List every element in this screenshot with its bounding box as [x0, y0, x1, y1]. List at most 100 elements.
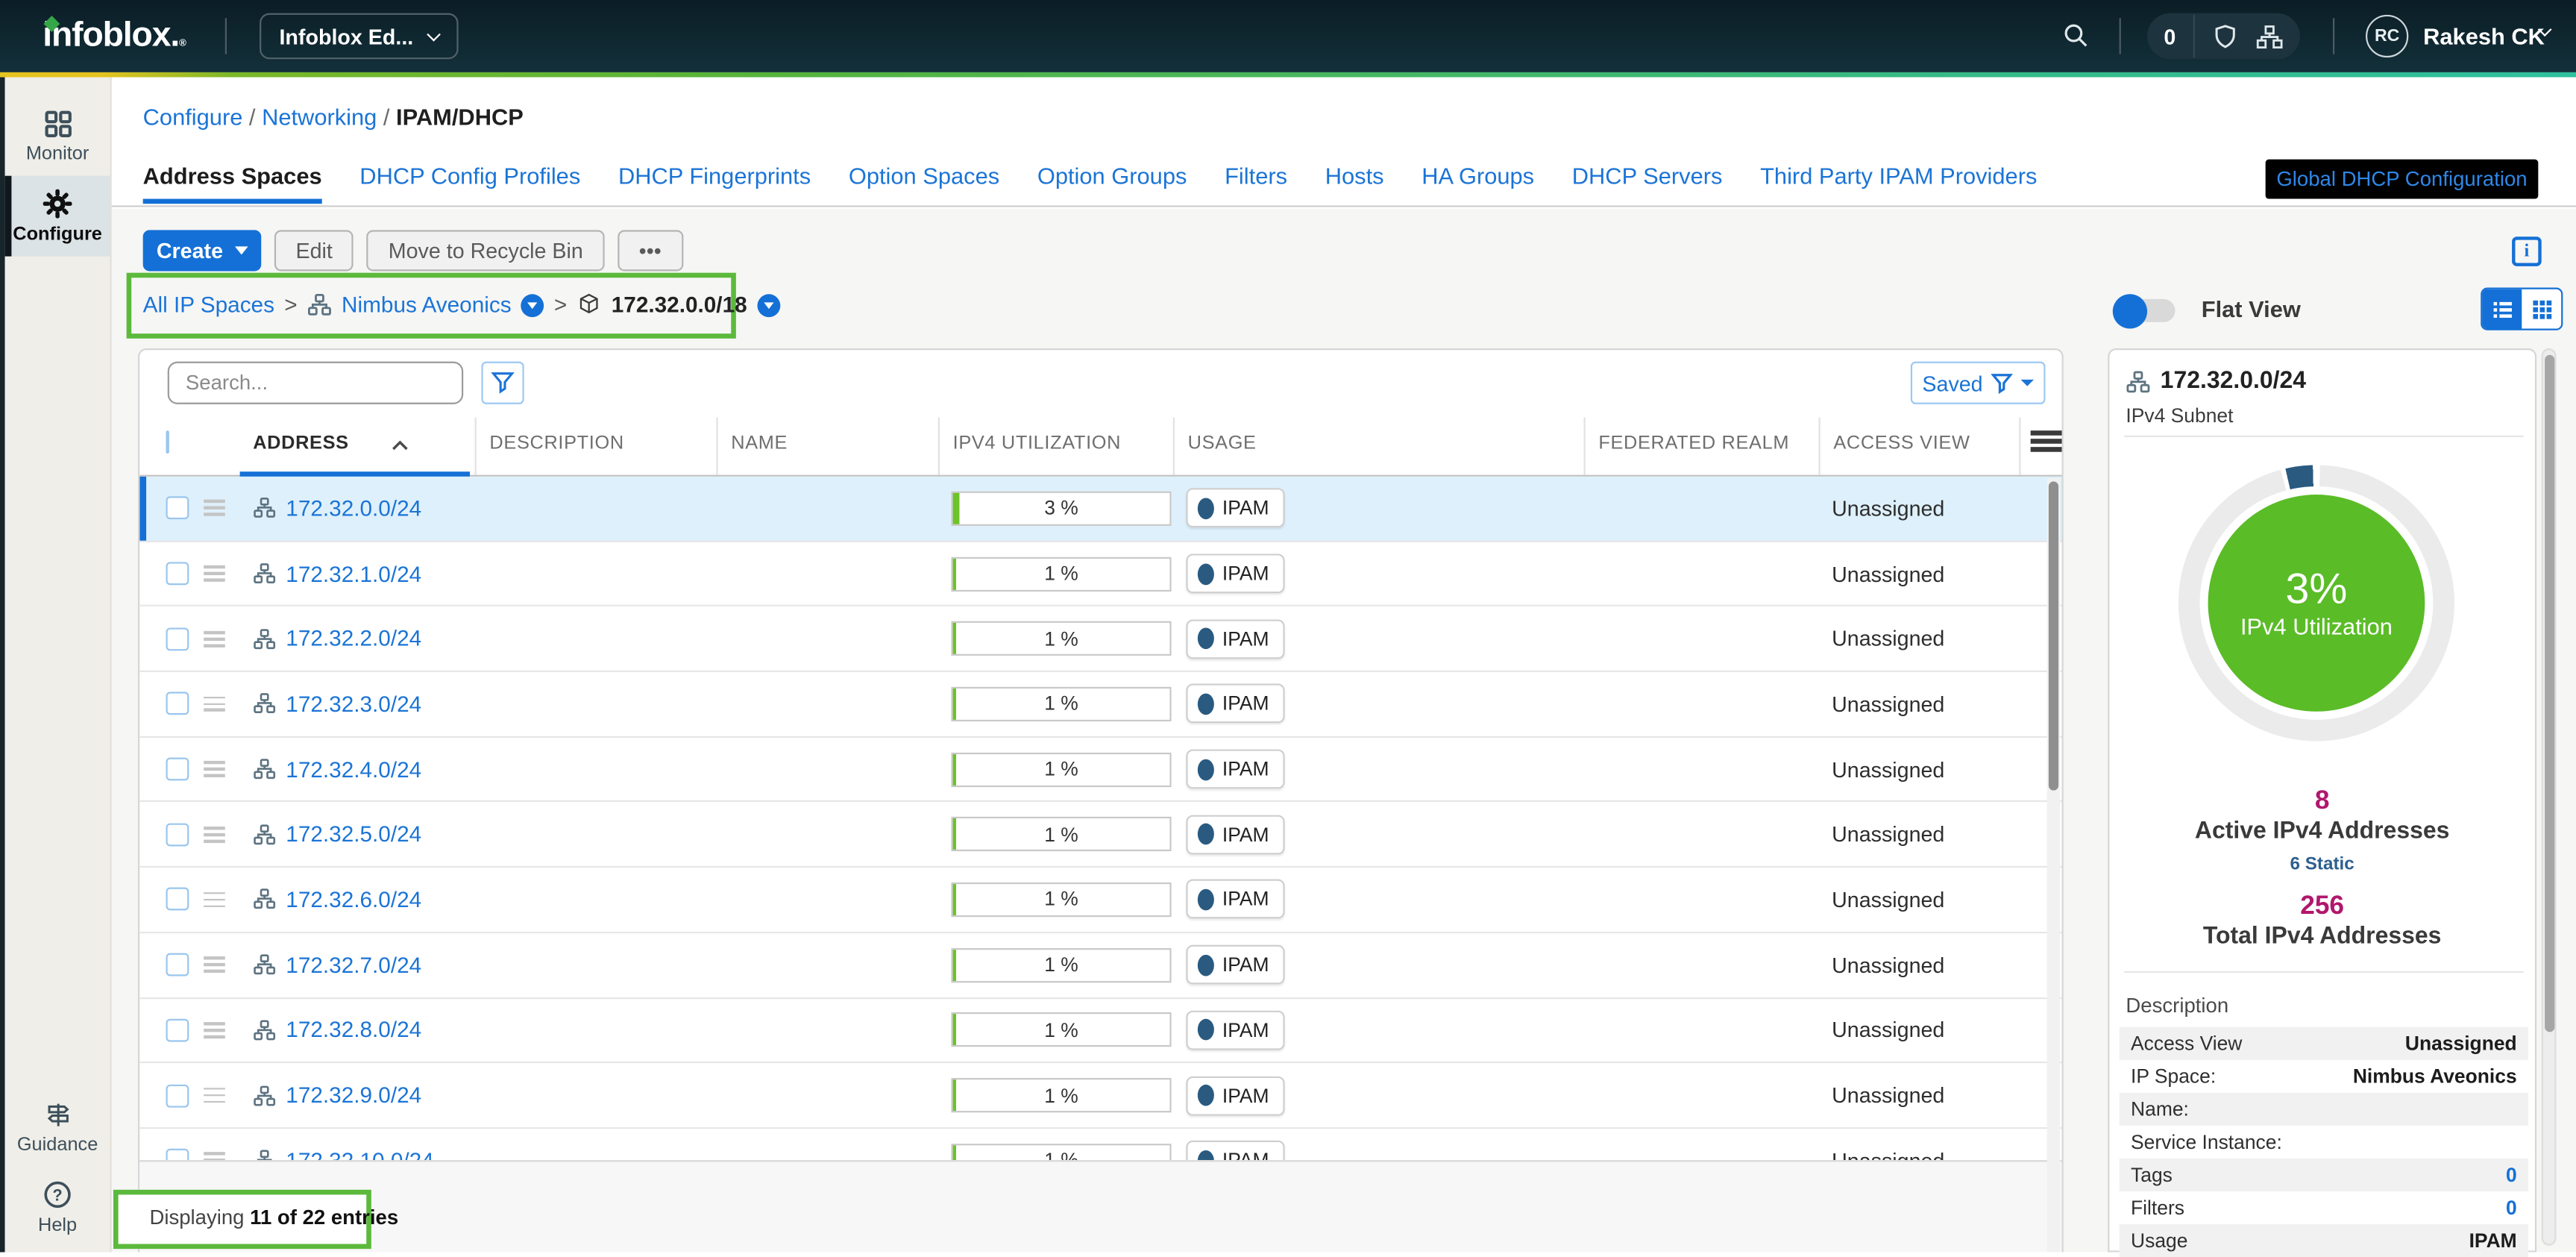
usage-badge: IPAM	[1186, 684, 1285, 724]
row-checkbox[interactable]	[166, 627, 189, 651]
app-selector-dropdown[interactable]: Infoblox Ed...	[260, 13, 459, 60]
notification-count-badge[interactable]: 0	[2164, 24, 2176, 48]
table-scrollbar-thumb[interactable]	[2049, 481, 2058, 790]
drag-handle-icon[interactable]	[204, 692, 225, 715]
saved-filter-dropdown[interactable]: Saved	[1911, 362, 2046, 404]
drag-handle-icon[interactable]	[204, 627, 225, 651]
panel-scrollbar-thumb[interactable]	[2544, 355, 2554, 1032]
address-link[interactable]: 172.32.2.0/24	[286, 627, 421, 651]
grid-view-button[interactable]	[2522, 289, 2561, 329]
address-link[interactable]: 172.32.3.0/24	[286, 692, 421, 716]
table-scrollbar[interactable]	[2047, 478, 2061, 1253]
user-name[interactable]: Rakesh CK	[2423, 23, 2545, 49]
list-view-button[interactable]	[2482, 289, 2522, 329]
global-dhcp-configuration-button[interactable]: Global DHCP Configuration	[2266, 160, 2539, 199]
search-icon[interactable]	[2062, 22, 2090, 49]
network-topology-icon[interactable]	[2255, 22, 2283, 50]
move-to-recycle-bin-button[interactable]: Move to Recycle Bin	[367, 230, 604, 271]
drag-handle-icon[interactable]	[204, 758, 225, 781]
property-value[interactable]: 0	[2506, 1164, 2517, 1187]
shield-icon[interactable]	[2211, 22, 2238, 50]
drag-handle-icon[interactable]	[204, 1018, 225, 1041]
column-header-description[interactable]: DESCRIPTION	[475, 418, 717, 475]
address-link[interactable]: 172.32.5.0/24	[286, 822, 421, 847]
address-link[interactable]: 172.32.7.0/24	[286, 953, 421, 977]
create-button[interactable]: Create	[143, 230, 262, 271]
filter-funnel-button[interactable]	[481, 362, 524, 404]
row-checkbox[interactable]	[166, 1084, 189, 1107]
column-header-usage[interactable]: USAGE	[1173, 418, 1584, 475]
address-link[interactable]: 172.32.0.0/24	[286, 496, 421, 521]
address-link[interactable]: 172.32.9.0/24	[286, 1083, 421, 1108]
drag-handle-icon[interactable]	[204, 823, 225, 846]
flat-view-toggle[interactable]	[2116, 299, 2175, 322]
row-checkbox[interactable]	[166, 758, 189, 781]
table-row[interactable]: 172.32.1.0/24 1 % IPAM Unassigned	[139, 542, 2061, 606]
row-checkbox[interactable]	[166, 562, 189, 585]
sidebar-item-monitor[interactable]: Monitor	[5, 97, 110, 176]
tab-address-spaces[interactable]: Address Spaces	[143, 163, 322, 204]
panel-scrollbar[interactable]	[2542, 348, 2557, 1246]
breadcrumb-configure[interactable]: Configure	[143, 104, 243, 130]
static-count-link[interactable]: 6 Static	[2109, 854, 2535, 874]
drag-handle-icon[interactable]	[204, 1084, 225, 1107]
tab-filters[interactable]: Filters	[1225, 163, 1287, 204]
table-row[interactable]: 172.32.7.0/24 1 % IPAM Unassigned	[139, 933, 2061, 998]
address-link[interactable]: 172.32.8.0/24	[286, 1018, 421, 1042]
drag-handle-icon[interactable]	[204, 1149, 225, 1160]
ip-space-dropdown-icon[interactable]	[521, 293, 544, 316]
address-link[interactable]: 172.32.4.0/24	[286, 757, 421, 782]
all-ip-spaces-link[interactable]: All IP Spaces	[143, 292, 274, 317]
sidebar-item-help[interactable]: ?Help	[5, 1167, 110, 1247]
column-header-federated-realm[interactable]: FEDERATED REALM	[1583, 418, 1818, 475]
tab-hosts[interactable]: Hosts	[1325, 163, 1384, 204]
sidebar-item-guidance[interactable]: Guidance	[5, 1088, 110, 1167]
table-row[interactable]: 172.32.2.0/24 1 % IPAM Unassigned	[139, 607, 2061, 672]
tab-dhcp-config-profiles[interactable]: DHCP Config Profiles	[359, 163, 580, 204]
table-row[interactable]: 172.32.9.0/24 1 % IPAM Unassigned	[139, 1064, 2061, 1129]
column-header-address[interactable]: ADDRESS	[240, 418, 475, 475]
row-checkbox[interactable]	[166, 888, 189, 912]
select-all-checkbox[interactable]	[166, 430, 169, 454]
ip-space-link[interactable]: Nimbus Aveonics	[342, 292, 512, 317]
info-icon[interactable]: i	[2512, 236, 2542, 266]
row-checkbox[interactable]	[166, 497, 189, 520]
table-row[interactable]: 172.32.10.0/24 1 % IPAM Unassigned	[139, 1129, 2061, 1160]
drag-handle-icon[interactable]	[204, 562, 225, 585]
table-row[interactable]: 172.32.6.0/24 1 % IPAM Unassigned	[139, 868, 2061, 932]
sidebar-item-configure[interactable]: Configure	[5, 176, 110, 257]
breadcrumb-networking[interactable]: Networking	[262, 104, 377, 130]
property-value[interactable]: 0	[2506, 1197, 2517, 1220]
drag-handle-icon[interactable]	[204, 888, 225, 911]
address-link[interactable]: 172.32.1.0/24	[286, 561, 421, 586]
address-link[interactable]: 172.32.6.0/24	[286, 887, 421, 912]
row-checkbox[interactable]	[166, 692, 189, 715]
subnet-dropdown-icon[interactable]	[757, 293, 780, 316]
row-checkbox[interactable]	[166, 1018, 189, 1041]
edit-button[interactable]: Edit	[274, 230, 354, 271]
column-settings-icon[interactable]	[2031, 430, 2062, 451]
drag-handle-icon[interactable]	[204, 497, 225, 520]
drag-handle-icon[interactable]	[204, 953, 225, 977]
tab-ha-groups[interactable]: HA Groups	[1421, 163, 1534, 204]
table-row[interactable]: 172.32.4.0/24 1 % IPAM Unassigned	[139, 738, 2061, 803]
column-header-ipv4-utilization[interactable]: IPV4 UTILIZATION	[938, 418, 1173, 475]
more-actions-button[interactable]: •••	[618, 230, 682, 271]
tab-third-party-ipam-providers[interactable]: Third Party IPAM Providers	[1760, 163, 2037, 204]
column-header-name[interactable]: NAME	[716, 418, 937, 475]
address-link[interactable]: 172.32.10.0/24	[286, 1148, 433, 1160]
tab-option-spaces[interactable]: Option Spaces	[849, 163, 999, 204]
row-checkbox[interactable]	[166, 1149, 189, 1160]
table-row[interactable]: 172.32.0.0/24 3 % IPAM Unassigned	[139, 477, 2061, 542]
tab-dhcp-servers[interactable]: DHCP Servers	[1572, 163, 1723, 204]
table-row[interactable]: 172.32.5.0/24 1 % IPAM Unassigned	[139, 803, 2061, 868]
table-row[interactable]: 172.32.3.0/24 1 % IPAM Unassigned	[139, 672, 2061, 737]
user-avatar[interactable]: RC	[2366, 15, 2408, 57]
row-checkbox[interactable]	[166, 823, 189, 846]
column-header-access-view[interactable]: ACCESS VIEW	[1818, 418, 2019, 475]
tab-option-groups[interactable]: Option Groups	[1037, 163, 1187, 204]
row-checkbox[interactable]	[166, 953, 189, 977]
tab-dhcp-fingerprints[interactable]: DHCP Fingerprints	[618, 163, 811, 204]
search-input[interactable]	[168, 362, 464, 404]
table-row[interactable]: 172.32.8.0/24 1 % IPAM Unassigned	[139, 998, 2061, 1063]
